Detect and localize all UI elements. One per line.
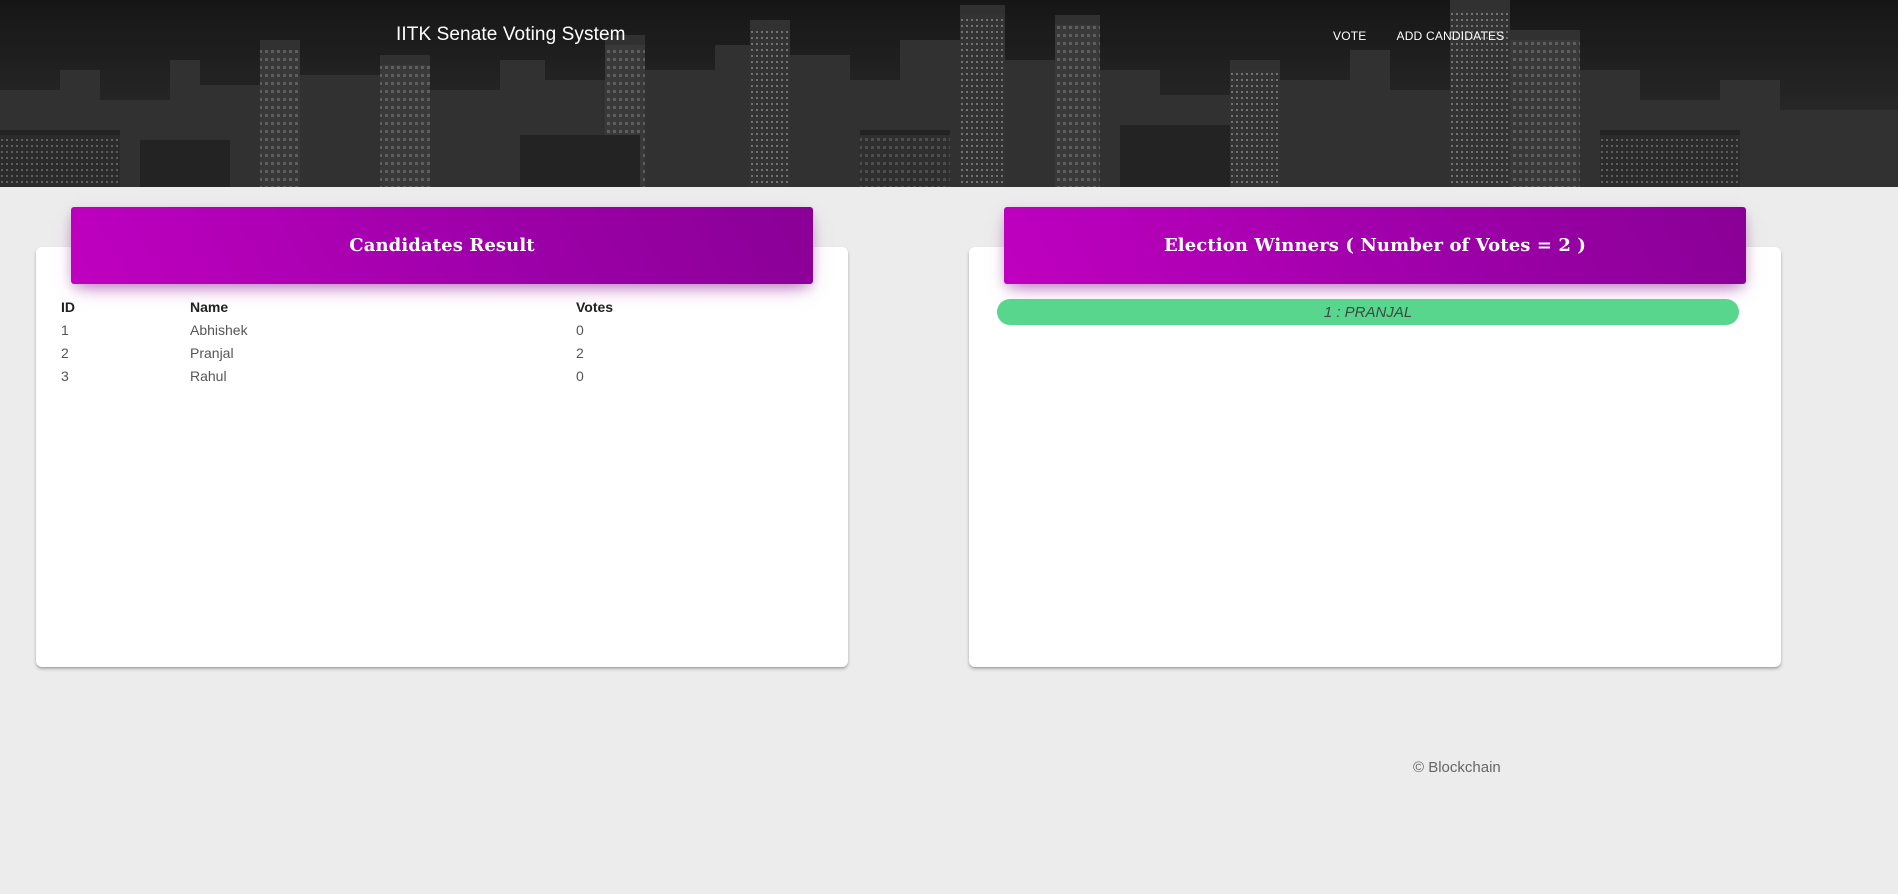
- winner-badge: 1 : PRANJAL: [997, 299, 1739, 325]
- election-winners-title: Election Winners ( Number of Votes = 2 ): [1163, 235, 1587, 256]
- table-row: 1 Abhishek 0: [61, 320, 831, 343]
- city-skyline-image: [0, 0, 1898, 187]
- column-header-votes: Votes: [576, 299, 614, 315]
- column-header-id: ID: [61, 299, 75, 315]
- table-header-row: ID Name Votes: [61, 299, 831, 320]
- table-row: 2 Pranjal 2: [61, 343, 831, 366]
- election-winners-header: Election Winners ( Number of Votes = 2 ): [1004, 207, 1746, 284]
- brand-title[interactable]: IITK Senate Voting System: [396, 24, 626, 46]
- results-table: ID Name Votes 1 Abhishek 0 2 Pranjal 2 3…: [61, 299, 831, 389]
- top-nav: VOTE ADD CANDIDATES: [1333, 29, 1504, 43]
- cell-votes: 2: [576, 345, 584, 361]
- candidates-result-title: Candidates Result: [349, 235, 535, 256]
- cell-id: 1: [61, 322, 69, 338]
- cell-id: 2: [61, 345, 69, 361]
- candidates-result-header: Candidates Result: [71, 207, 813, 284]
- cell-id: 3: [61, 368, 69, 384]
- cell-votes: 0: [576, 368, 584, 384]
- table-row: 3 Rahul 0: [61, 366, 831, 389]
- header-banner: IITK Senate Voting System VOTE ADD CANDI…: [0, 0, 1898, 187]
- election-winners-card: Election Winners ( Number of Votes = 2 )…: [969, 207, 1781, 667]
- cell-votes: 0: [576, 322, 584, 338]
- candidates-result-card: Candidates Result ID Name Votes 1 Abhish…: [36, 207, 848, 667]
- cell-name: Pranjal: [190, 345, 234, 361]
- cell-name: Abhishek: [190, 322, 248, 338]
- nav-vote-link[interactable]: VOTE: [1333, 29, 1366, 43]
- nav-add-candidates-link[interactable]: ADD CANDIDATES: [1396, 29, 1504, 43]
- footer-copyright: © Blockchain: [1413, 759, 1501, 776]
- cell-name: Rahul: [190, 368, 227, 384]
- column-header-name: Name: [190, 299, 229, 315]
